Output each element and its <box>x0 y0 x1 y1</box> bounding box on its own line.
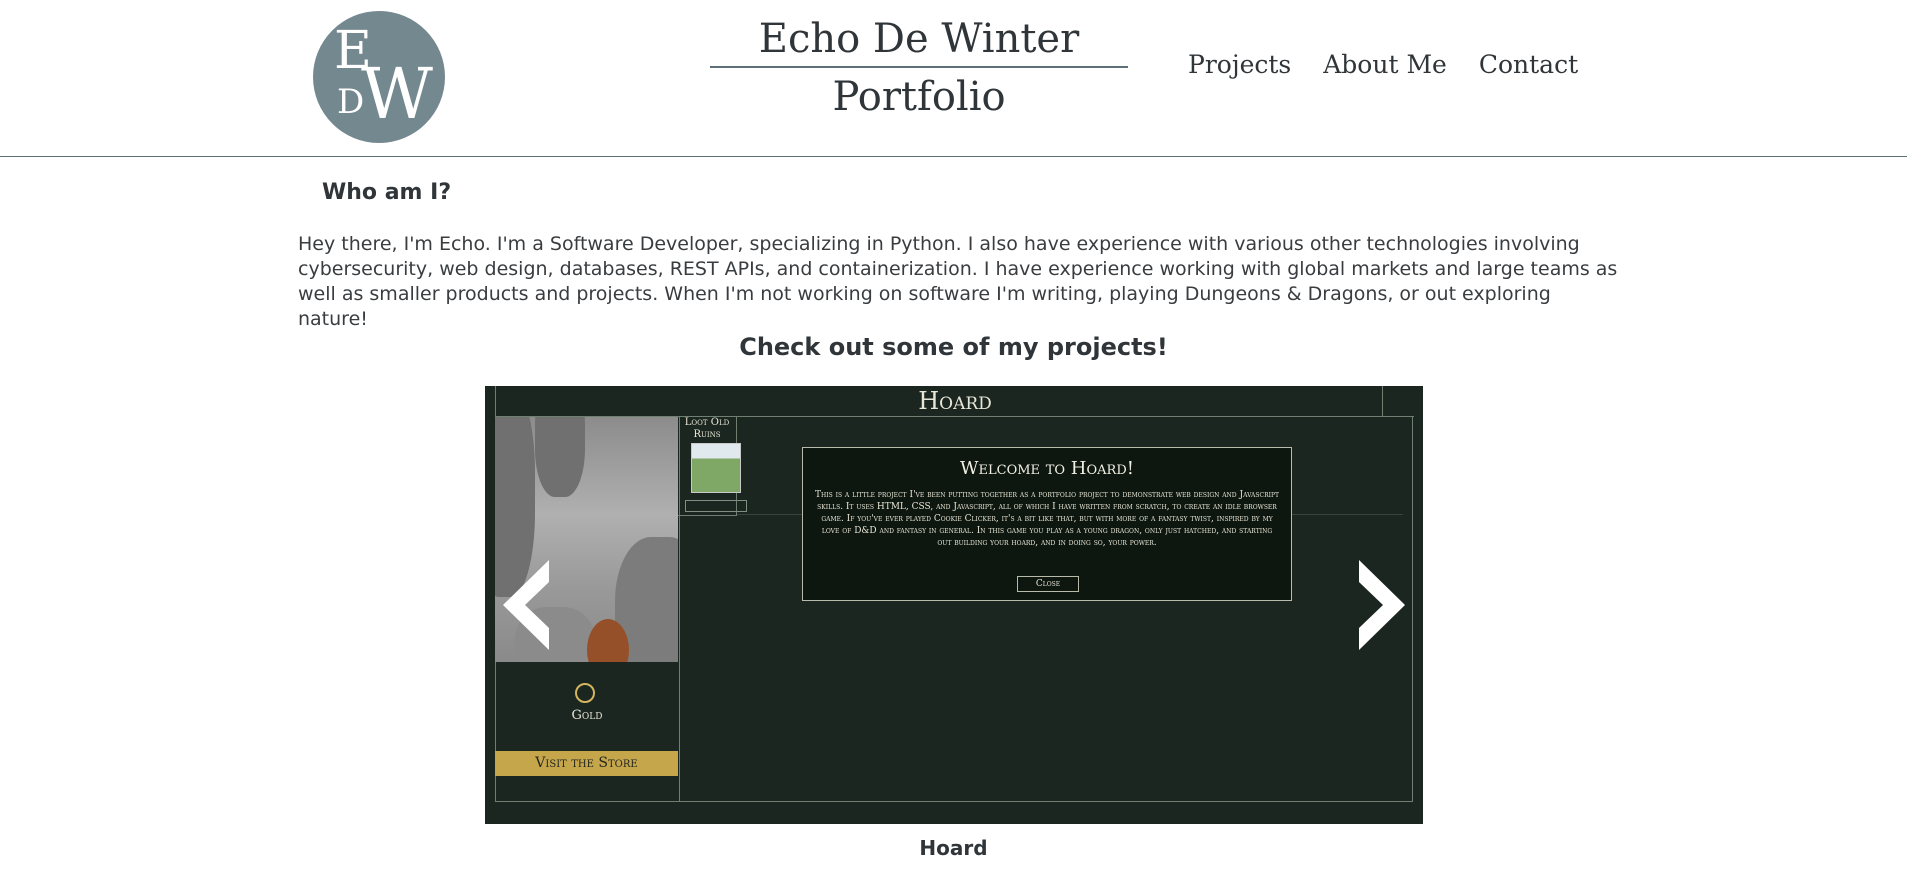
loot-progress-bar <box>685 500 747 512</box>
cave-rock <box>535 417 585 497</box>
main-nav: Projects About Me Contact <box>1188 50 1578 79</box>
site-title-block: Echo De Winter Portfolio <box>710 14 1128 120</box>
logo[interactable]: E D W <box>313 11 445 143</box>
about-heading: Who am I? <box>322 180 452 205</box>
projects-heading: Check out some of my projects! <box>739 333 1168 361</box>
site-header: E D W Echo De Winter Portfolio Projects … <box>0 0 1907 157</box>
loot-label: Loot Old Ruins <box>684 417 730 440</box>
chevron-right-icon <box>1359 560 1405 650</box>
carousel-prev-button[interactable] <box>503 560 549 650</box>
site-title: Echo De Winter <box>758 16 1080 62</box>
logo-letter-w: W <box>361 53 433 135</box>
carousel-caption: Hoard <box>919 836 988 860</box>
welcome-modal: Welcome to Hoard! This is a little proje… <box>802 447 1292 601</box>
nav-about-me[interactable]: About Me <box>1323 50 1447 79</box>
project-screenshot[interactable]: Hoard Gold Visit the Store Loot Old Ruin… <box>485 386 1423 824</box>
gold-coin-icon <box>575 683 595 703</box>
divider <box>495 801 1413 802</box>
chevron-left-icon <box>503 560 549 650</box>
gold-label: Gold <box>571 708 603 723</box>
game-title-cell <box>1382 386 1413 416</box>
ruins-image[interactable] <box>691 443 741 493</box>
divider <box>1412 417 1413 801</box>
site-subtitle: Portfolio <box>832 74 1006 120</box>
visit-store-button[interactable]: Visit the Store <box>495 751 678 776</box>
nav-contact[interactable]: Contact <box>1479 50 1578 79</box>
nav-projects[interactable]: Projects <box>1188 50 1291 79</box>
about-bio: Hey there, I'm Echo. I'm a Software Deve… <box>298 233 1618 330</box>
modal-close-button[interactable]: Close <box>1017 576 1079 592</box>
title-divider <box>710 66 1128 68</box>
game-title: Hoard <box>495 386 1414 417</box>
modal-text: This is a little project I've been putti… <box>815 490 1279 548</box>
carousel-next-button[interactable] <box>1359 560 1405 650</box>
modal-title: Welcome to Hoard! <box>960 458 1134 479</box>
